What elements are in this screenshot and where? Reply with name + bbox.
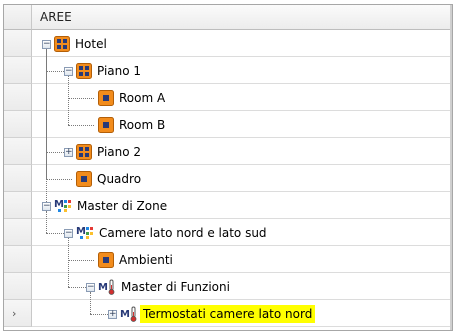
- grid-icon: [54, 36, 70, 52]
- tree-node-label[interactable]: Ambienti: [116, 251, 176, 269]
- room-icon: [98, 117, 114, 133]
- tree-node-label[interactable]: Master di Zone: [74, 197, 170, 215]
- room-icon: [98, 90, 114, 106]
- tree-connector: [68, 238, 69, 287]
- tree-connector: [46, 71, 64, 72]
- tree-connector: [46, 179, 72, 180]
- collapse-button[interactable]: −: [42, 202, 51, 211]
- grid-icon: [76, 144, 92, 160]
- svg-text:M: M: [120, 309, 130, 320]
- tree-node-label[interactable]: Quadro: [94, 170, 144, 188]
- collapse-button[interactable]: −: [42, 40, 51, 49]
- expand-button[interactable]: +: [108, 310, 117, 319]
- tree-connector: [68, 125, 94, 126]
- tree-view: − Hotel − Piano 1 Room A Room B + Piano 2 …: [4, 5, 452, 330]
- tree-connector: [46, 233, 64, 234]
- master-zone-icon: M: [76, 225, 94, 241]
- expand-button[interactable]: +: [64, 148, 73, 157]
- tree-node-label[interactable]: Master di Funzioni: [118, 278, 233, 296]
- tree-connector: [68, 98, 94, 99]
- tree-node-label[interactable]: Piano 2: [94, 143, 144, 161]
- tree-node-label[interactable]: Camere lato nord e lato sud: [96, 224, 270, 242]
- tree-node-label[interactable]: Room A: [116, 89, 168, 107]
- room-icon: [76, 171, 92, 187]
- tree-connector: [68, 287, 86, 288]
- svg-text:M: M: [76, 226, 86, 237]
- tree-node-label[interactable]: Termostati camere lato nord: [140, 305, 316, 323]
- thermo-function-icon: M: [120, 306, 138, 322]
- tree-grid: AREE › − Hotel − Piano 1 Room A Room B + P…: [3, 4, 453, 331]
- collapse-button[interactable]: −: [64, 67, 73, 76]
- tree-connector: [46, 152, 64, 153]
- grid-icon: [76, 63, 92, 79]
- collapse-button[interactable]: −: [64, 229, 73, 238]
- tree-connector: [68, 260, 94, 261]
- room-icon: [98, 252, 114, 268]
- collapse-button[interactable]: −: [86, 283, 95, 292]
- tree-connector: [68, 76, 69, 125]
- svg-text:M: M: [54, 199, 64, 210]
- tree-node-label[interactable]: Piano 1: [94, 62, 144, 80]
- thermo-function-icon: M: [98, 279, 116, 295]
- tree-node-label[interactable]: Room B: [116, 116, 168, 134]
- right-border: [450, 5, 452, 330]
- svg-text:M: M: [98, 282, 108, 293]
- tree-connector: [46, 211, 47, 233]
- tree-connector: [90, 292, 91, 314]
- tree-node-label[interactable]: Hotel: [72, 35, 110, 53]
- tree-connector: [90, 314, 108, 315]
- master-zone-icon: M: [54, 198, 72, 214]
